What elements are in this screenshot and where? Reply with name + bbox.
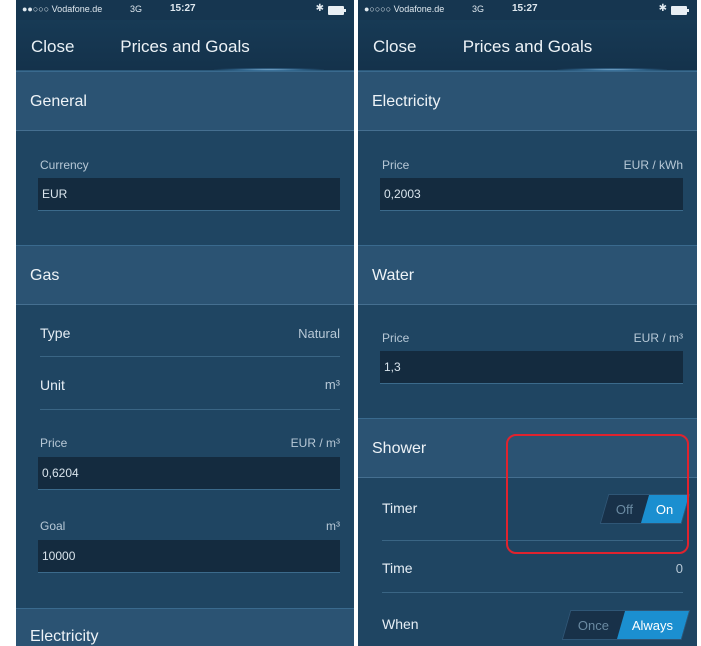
bluetooth-icon: ✱ <box>315 3 324 14</box>
gas-goal-value: 10000 <box>42 549 76 563</box>
section-title: Electricity <box>372 93 441 110</box>
gas-price-unit: EUR / m³ <box>290 436 340 450</box>
carrier-label: ●○○○○ Vodafone.de <box>364 4 445 14</box>
water-price-label: Price <box>382 331 410 345</box>
status-time: 15:27 <box>512 3 538 14</box>
left-screen: ●●○○○ Vodafone.de 3G 15:27 ✱ Close Price… <box>16 0 354 646</box>
when-always-option[interactable]: Always <box>616 611 690 639</box>
electricity-price-label: Price <box>382 158 410 172</box>
shower-time-label: Time <box>382 560 413 576</box>
status-time: 15:27 <box>170 3 196 14</box>
gas-price-label: Price <box>40 436 68 450</box>
annotation-highlight-box <box>506 434 689 554</box>
gas-goal-label: Goal <box>40 519 66 533</box>
divider <box>382 592 683 593</box>
gas-type-label: Type <box>40 325 71 341</box>
water-price-value: 1,3 <box>384 360 401 374</box>
gas-goal-unit: m³ <box>326 519 340 533</box>
shower-timer-label: Timer <box>382 500 418 516</box>
section-title: Shower <box>372 440 427 457</box>
currency-value: EUR <box>42 187 68 201</box>
network-label: 3G <box>130 4 143 14</box>
when-toggle[interactable]: Once Always <box>561 610 691 640</box>
carrier-label: ●●○○○ Vodafone.de <box>22 4 103 14</box>
gas-type-value[interactable]: Natural <box>298 326 340 341</box>
page-title: Prices and Goals <box>120 37 250 56</box>
gas-unit-label: Unit <box>40 377 65 393</box>
currency-label: Currency <box>40 158 89 172</box>
status-bar: ●○○○○ Vodafone.de 3G 15:27 ✱ <box>358 0 697 20</box>
shower-when-label: When <box>382 616 419 632</box>
gas-unit-value[interactable]: m³ <box>325 377 340 392</box>
section-title: Gas <box>30 267 60 284</box>
status-bar: ●●○○○ Vodafone.de 3G 15:27 ✱ <box>16 0 354 20</box>
when-once-option[interactable]: Once <box>563 611 625 639</box>
electricity-price-field[interactable]: 0,2003 <box>380 178 683 211</box>
battery-icon <box>328 6 346 15</box>
electricity-price-value: 0,2003 <box>384 187 421 201</box>
section-title: General <box>30 93 87 110</box>
section-header-electricity: Electricity <box>16 608 354 646</box>
water-price-unit: EUR / m³ <box>633 331 683 345</box>
navigation-bar: Close Prices and Goals <box>16 20 354 71</box>
bluetooth-icon: ✱ <box>658 3 667 14</box>
currency-field[interactable]: EUR <box>38 178 340 211</box>
electricity-price-unit: EUR / kWh <box>623 158 683 172</box>
divider <box>40 356 340 357</box>
gas-goal-field[interactable]: 10000 <box>38 540 340 573</box>
section-title: Electricity <box>30 628 99 645</box>
water-price-field[interactable]: 1,3 <box>380 351 683 384</box>
section-header-water: Water <box>358 245 697 305</box>
navigation-bar: Close Prices and Goals <box>358 20 697 71</box>
divider <box>40 409 340 410</box>
section-header-gas: Gas <box>16 245 354 305</box>
gas-price-value: 0,6204 <box>42 466 79 480</box>
gas-price-field[interactable]: 0,6204 <box>38 457 340 490</box>
network-label: 3G <box>472 4 485 14</box>
section-header-electricity: Electricity <box>358 71 697 131</box>
shower-time-value[interactable]: 0 <box>676 561 683 576</box>
section-title: Water <box>372 267 415 284</box>
battery-icon <box>671 6 689 15</box>
section-header-general: General <box>16 71 354 131</box>
page-title: Prices and Goals <box>462 37 593 56</box>
